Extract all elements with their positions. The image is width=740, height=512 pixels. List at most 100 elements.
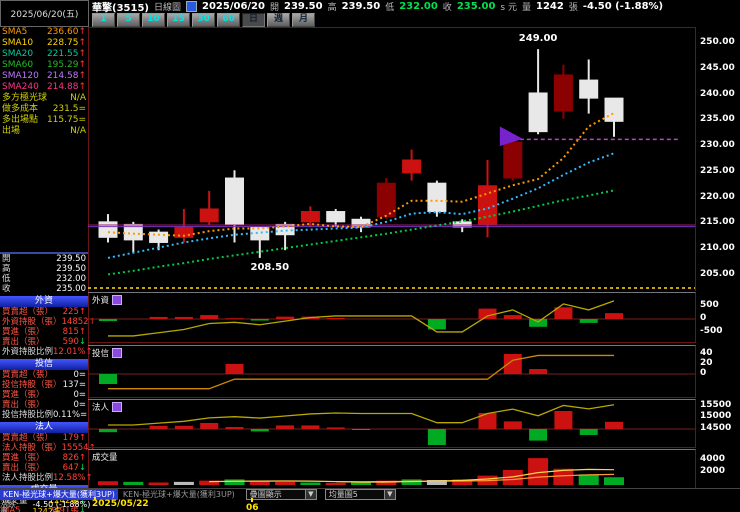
volume-axis-label: 4000 (700, 454, 726, 464)
legend-icon[interactable] (112, 402, 123, 412)
signal-value: 115.75= (46, 115, 86, 125)
foreign-panel-title: 外資 (92, 294, 123, 306)
volume-unit: 張 (568, 3, 578, 13)
data-row-value: 0.11%= (53, 410, 88, 420)
sidebar-data-row: 賣出（張） 647↓ (0, 463, 88, 473)
sidebar-data-row: 投信持股（張） 137= (0, 380, 88, 390)
trust-axis-label: 20 (700, 358, 713, 368)
chevron-down-icon[interactable]: ▼ (304, 490, 316, 499)
main-chart[interactable]: 249.00 208.50 (88, 27, 696, 291)
timeframe-button-月[interactable]: 月 (292, 12, 315, 27)
date-cell: 2025/06/20(五) (0, 0, 89, 27)
sidebar-data-row: 外資持股比例 12.01%↑ (0, 347, 93, 357)
sidebar-data-row: 買賣超（張） 0= (0, 370, 88, 380)
foreign-panel[interactable] (88, 292, 696, 343)
ohlc-label: 高 (2, 264, 11, 274)
chart-type-icon (186, 1, 197, 12)
signal-label: 做多成本 (2, 104, 39, 114)
unit-label: s 元 (500, 3, 517, 13)
trust-axis-label: 0 (700, 368, 707, 378)
trust-panel[interactable] (88, 345, 696, 398)
institutional-panel[interactable] (88, 399, 696, 448)
sidebar-sma-row: SMA240 214.88↑ (0, 82, 88, 93)
data-row-label: 買賣超（張） (2, 307, 54, 317)
period-label[interactable]: 日線圖 (154, 0, 181, 13)
sidebar-section-header: 外資 (0, 296, 88, 307)
institutional-axis-label: 14500 (700, 423, 732, 433)
sidebar-signal-row: 出場 N/A (0, 126, 88, 137)
sma-label: SMA5 (2, 27, 28, 37)
trust-panel-title: 投信 (92, 347, 123, 359)
timeframe-button-5[interactable]: 5 (117, 12, 140, 27)
low-price-annotation: 208.50 (251, 262, 290, 273)
data-row-label: 買進（張） (2, 327, 45, 337)
sma-label: SMA120 (2, 71, 39, 81)
ohlc-label: 低 (2, 274, 11, 284)
low-label: 低 (385, 3, 395, 13)
data-row-label: 法人持股比例 (2, 473, 54, 483)
sidebar-data-row: 外資持股（張） 14852↑ (0, 317, 96, 327)
signal-value: N/A (70, 126, 86, 136)
sidebar-signal-row: 做多成本 231.5= (0, 104, 88, 115)
volume-panel[interactable] (88, 449, 696, 489)
timeframe-button-1[interactable]: 1 (92, 12, 115, 27)
sidebar-sma-row: SMA10 228.75↑ (0, 38, 88, 49)
volume-ma-dropdown[interactable]: 均量圖5 ▼ (324, 489, 396, 500)
signal-label: 出場 (2, 126, 21, 136)
stage: 2025/06/20(五) 華擎(3515) 日線圖 2025/06/20 開 … (0, 0, 740, 512)
data-row-value: 590↓ (62, 337, 86, 347)
sma-value: 195.29↑ (46, 60, 86, 70)
main-chart-canvas: 249.00 208.50 (88, 33, 695, 289)
x-axis-tick (251, 498, 253, 502)
sidebar-data-row: 買進（張） 815↑ (0, 327, 88, 337)
sidebar-data-row: 買賣超（張） 225↑ (0, 307, 88, 317)
high-label: 高 (327, 3, 337, 13)
data-row-label: 外資持股比例 (2, 347, 54, 357)
legend-icon[interactable] (112, 295, 123, 305)
price-axis-label: 250.00 (700, 37, 735, 47)
data-row-value: 137= (62, 380, 86, 390)
low-value: 232.00 (399, 1, 438, 12)
price-axis-label: 215.00 (700, 217, 735, 228)
timeframe-bar: 1 5 10 15 30 60 日週月 (92, 12, 315, 27)
timeframe-button-日[interactable]: 日 (242, 12, 265, 27)
sidebar-ohlc-box: 開 239.50 高 239.50 低 232.00 收 235.00 (0, 252, 88, 294)
sma-label: SMA240 (2, 82, 39, 92)
timeframe-button-60[interactable]: 60 (217, 12, 240, 27)
sidebar-signal-row: 多出場點 115.75= (0, 115, 88, 126)
volume-panel-title: 成交量 (92, 453, 118, 463)
volume-label: 量 (521, 3, 531, 13)
ohlc-value: 235.00 (56, 284, 86, 294)
sidebar-section-header: 投信 (0, 359, 88, 370)
ohlc-row: 開 239.50 (0, 254, 88, 264)
header-date: 2025/06/20 (202, 1, 265, 12)
timeframe-button-30[interactable]: 30 (192, 12, 215, 27)
sidebar-sma-row: SMA20 221.55↑ (0, 49, 88, 60)
change-value: -4.50 (-1.88%) (582, 1, 664, 12)
legend-icon[interactable] (112, 348, 123, 358)
sma-value: 221.55↑ (46, 49, 86, 59)
sidebar-data-row: 賣出（張） 590↓ (0, 337, 88, 347)
sma-label: SMA60 (2, 60, 34, 70)
ohlc-row: 收 235.00 (0, 284, 88, 294)
overlay-dropdown[interactable]: 疊圖顯示 ▼ (245, 489, 317, 500)
data-row-value: 647↓ (62, 463, 86, 473)
price-axis-label: 230.00 (700, 140, 735, 151)
sidebar-data-row: 買賣超（張） 179↑ (0, 433, 88, 443)
price-axis-label: 205.00 (700, 269, 735, 280)
open-value: 239.50 (283, 1, 323, 12)
x-axis-month-label: 06 (246, 503, 259, 512)
sidebar-sma-row: SMA120 214.58↑ (0, 71, 88, 82)
data-row-value: 0= (73, 400, 86, 410)
sidebar-sma-row: SMA60 195.29↑ (0, 60, 88, 71)
ohlc-value: 239.50 (56, 254, 86, 264)
data-row-label: 外資持股（張） (2, 317, 62, 327)
timeframe-button-週[interactable]: 週 (267, 12, 290, 27)
data-row-value: 826↑ (62, 453, 86, 463)
chevron-down-icon[interactable]: ▼ (383, 490, 395, 499)
sma-value: 214.58↑ (46, 71, 86, 81)
timeframe-button-10[interactable]: 10 (142, 12, 165, 27)
timeframe-button-15[interactable]: 15 (167, 12, 190, 27)
ohlc-value: 239.50 (56, 264, 86, 274)
overlay-dropdown-value: 疊圖顯示 (249, 490, 282, 499)
